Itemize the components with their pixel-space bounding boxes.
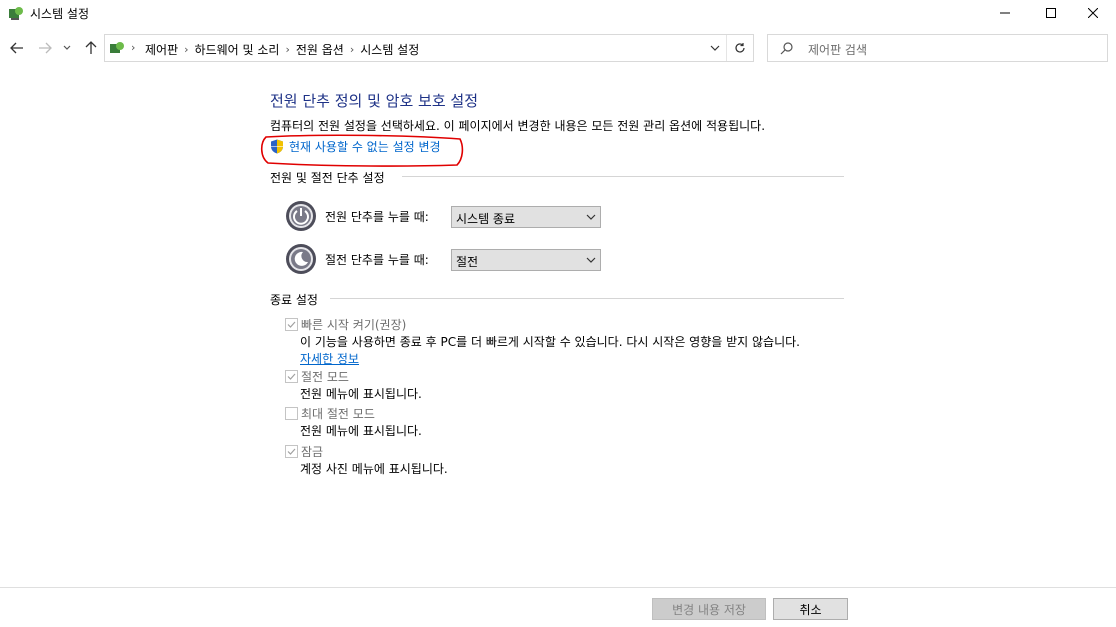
sleep-label: 절전 모드 (301, 370, 349, 384)
window-title: 시스템 설정 (30, 7, 90, 21)
fast-startup-description: 이 기능을 사용하면 종료 후 PC를 더 빠르게 시작할 수 있습니다. 다시… (300, 335, 800, 349)
sleep-button-label: 절전 단추를 누를 때: (325, 253, 429, 267)
chevron-right-icon: › (131, 41, 136, 54)
breadcrumb-item-system-settings[interactable]: 시스템 설정 (360, 41, 419, 58)
address-bar[interactable]: › 제어판 › 하드웨어 및 소리 › 전원 옵션 › 시스템 설정 (104, 34, 754, 62)
annotation-circle (260, 134, 464, 167)
minimize-button[interactable] (982, 0, 1028, 26)
maximize-button[interactable] (1028, 0, 1074, 26)
maximize-icon (1046, 8, 1056, 18)
back-button[interactable] (7, 38, 27, 58)
close-icon (1088, 8, 1098, 18)
navigation-bar: › 제어판 › 하드웨어 및 소리 › 전원 옵션 › 시스템 설정 제어판 검… (0, 32, 1116, 64)
chevron-down-icon (586, 257, 596, 263)
checkmark-icon (287, 448, 296, 455)
recent-locations-button[interactable] (60, 38, 74, 58)
title-bar: 시스템 설정 (0, 0, 1116, 26)
minimize-icon (1000, 12, 1010, 14)
shutdown-section-heading: 종료 설정 (270, 293, 318, 307)
sleep-button-row: 절전 단추를 누를 때: (285, 243, 429, 275)
more-info-link[interactable]: 자세한 정보 (300, 350, 359, 367)
fast-startup-label: 빠른 시작 켜기(권장) (301, 318, 407, 332)
breadcrumb-item-power-options[interactable]: 전원 옵션 (296, 41, 344, 58)
refresh-icon (735, 43, 745, 53)
up-arrow-icon (85, 41, 97, 54)
hibernate-label: 최대 절전 모드 (301, 407, 375, 421)
chevron-right-icon[interactable]: › (350, 43, 354, 56)
chevron-right-icon[interactable]: › (184, 43, 188, 56)
checkmark-icon (287, 373, 296, 380)
cancel-button[interactable]: 취소 (773, 598, 848, 620)
save-changes-button[interactable]: 변경 내용 저장 (652, 598, 766, 620)
power-button-row: 전원 단추를 누를 때: (285, 200, 429, 232)
lock-checkbox[interactable] (285, 445, 298, 458)
back-arrow-icon (10, 42, 23, 54)
control-panel-icon (9, 7, 23, 20)
forward-button[interactable] (35, 38, 55, 58)
breadcrumb-item-control-panel[interactable]: 제어판 (145, 41, 178, 58)
close-button[interactable] (1070, 0, 1116, 26)
chevron-down-icon (586, 214, 596, 220)
section-divider (330, 298, 844, 299)
power-button-value: 시스템 종료 (456, 212, 516, 226)
page-description: 컴퓨터의 전원 설정을 선택하세요. 이 페이지에서 변경한 내용은 모든 전원… (270, 119, 766, 133)
chevron-down-icon (63, 45, 71, 50)
footer-divider (0, 587, 1116, 588)
search-icon (780, 42, 793, 55)
page-title: 전원 단추 정의 및 암호 보호 설정 (270, 92, 479, 110)
chevron-down-icon (710, 45, 720, 51)
control-panel-icon (110, 42, 124, 53)
power-section-heading: 전원 및 절전 단추 설정 (270, 171, 385, 185)
section-divider (402, 176, 844, 177)
lock-label: 잠금 (301, 445, 324, 459)
sleep-description: 전원 메뉴에 표시됩니다. (300, 387, 422, 401)
lock-description: 계정 사진 메뉴에 표시됩니다. (300, 462, 448, 476)
power-button-select[interactable]: 시스템 종료 (451, 206, 601, 228)
refresh-button[interactable] (726, 35, 753, 61)
power-button-label: 전원 단추를 누를 때: (325, 210, 429, 224)
breadcrumb-item-hardware-sound[interactable]: 하드웨어 및 소리 (195, 41, 280, 58)
checkmark-icon (287, 321, 296, 328)
sleep-checkbox[interactable] (285, 370, 298, 383)
hibernate-description: 전원 메뉴에 표시됩니다. (300, 424, 422, 438)
sleep-button-select[interactable]: 절전 (451, 249, 601, 271)
forward-arrow-icon (39, 42, 52, 54)
sleep-icon (286, 244, 316, 274)
address-dropdown-button[interactable] (703, 35, 727, 61)
sleep-button-value: 절전 (456, 255, 479, 269)
hibernate-checkbox[interactable] (285, 407, 298, 420)
power-icon (286, 201, 316, 231)
fast-startup-checkbox[interactable] (285, 318, 298, 331)
search-placeholder: 제어판 검색 (808, 43, 868, 57)
chevron-right-icon[interactable]: › (285, 43, 289, 56)
breadcrumb: 제어판 › 하드웨어 및 소리 › 전원 옵션 › 시스템 설정 (145, 41, 419, 58)
up-button[interactable] (81, 38, 101, 58)
search-input[interactable]: 제어판 검색 (767, 34, 1108, 62)
